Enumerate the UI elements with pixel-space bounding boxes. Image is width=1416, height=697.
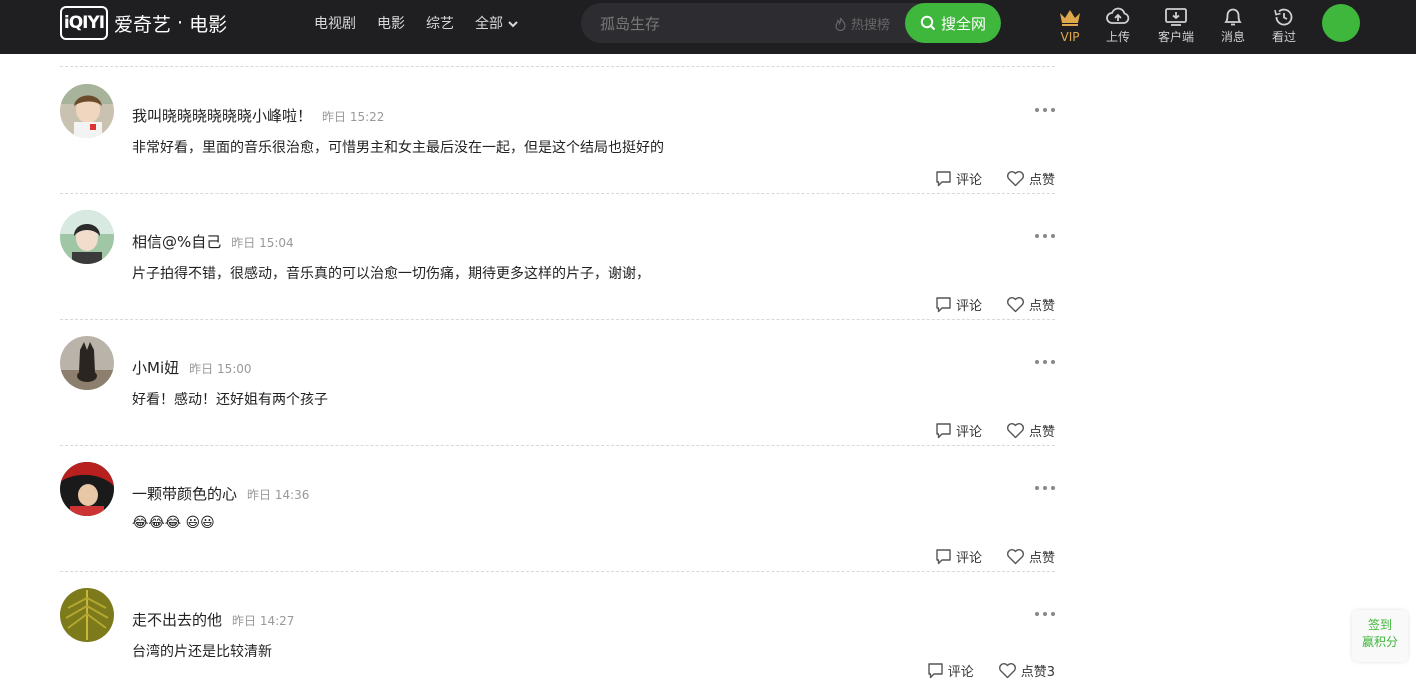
iqiyi-logo[interactable]: iQIYI 爱奇艺 · 电影 [60, 4, 227, 42]
avatar[interactable] [60, 588, 114, 642]
comment-time: 昨日 15:04 [231, 236, 294, 250]
top-navigation-bar: iQIYI 爱奇艺 · 电影 电视剧 电影 综艺 全部 热搜榜 搜全网 VIP [0, 0, 1416, 54]
nav-label: 全部 [475, 16, 503, 32]
comment-time: 昨日 14:27 [232, 614, 295, 628]
heart-icon [1007, 171, 1024, 187]
like-label: 点赞 [1028, 551, 1055, 566]
logo-section-label: 电影 [189, 13, 228, 36]
nav-item-movie[interactable]: 电影 [377, 14, 405, 34]
comment-item: 小Mi妞 昨日 15:00 好看！感动！还好姐有两个孩子 评论 点赞 [60, 319, 1055, 446]
reply-label: 评论 [955, 173, 982, 188]
comment-text: 台湾的片还是比较清新 [132, 644, 272, 660]
like-button[interactable]: 点赞 [1006, 295, 1055, 314]
reply-button[interactable]: 评论 [935, 421, 982, 440]
upload-icon [1106, 7, 1130, 24]
comment-item: 走不出去的他 昨日 14:27 台湾的片还是比较清新 评论 点赞3 [60, 571, 1055, 697]
like-button[interactable]: 点赞 [1006, 169, 1055, 188]
comment-text: 片子拍得不错，很感动，音乐真的可以治愈一切伤痛，期待更多这样的片子，谢谢， [132, 266, 650, 282]
hot-search-link[interactable]: 热搜榜 [834, 14, 890, 33]
flame-icon [835, 17, 846, 31]
like-button[interactable]: 点赞 [1006, 547, 1055, 566]
chevron-down-icon [508, 21, 518, 28]
comment-text: 好看！感动！还好姐有两个孩子 [132, 392, 328, 408]
comment-item: 我叫晓晓晓晓晓晓小峰啦！ 昨日 15:22 非常好看，里面的音乐很治愈，可惜男主… [60, 67, 1055, 194]
comment-time: 昨日 15:22 [322, 110, 385, 124]
upload-button[interactable]: 上传 [1088, 3, 1148, 44]
more-options-icon[interactable] [1035, 104, 1055, 116]
channel-nav: 电视剧 电影 综艺 全部 [314, 14, 540, 34]
search-button-label: 搜全网 [940, 14, 986, 33]
more-options-icon[interactable] [1035, 356, 1055, 368]
comment-time: 昨日 15:00 [189, 362, 252, 376]
heart-icon [1007, 423, 1024, 439]
avatar[interactable] [60, 336, 114, 390]
logo-separator: · [177, 12, 184, 34]
comment-time: 昨日 14:36 [247, 488, 310, 502]
upload-label: 上传 [1105, 30, 1130, 44]
nav-item-variety[interactable]: 综艺 [426, 14, 454, 34]
comment-bubble-icon [936, 171, 951, 187]
reply-label: 评论 [955, 425, 982, 440]
comment-username[interactable]: 一颗带颜色的心 [132, 483, 237, 504]
sign-in-label: 签到 [1367, 618, 1392, 632]
heart-icon [1007, 549, 1024, 565]
reply-button[interactable]: 评论 [935, 295, 982, 314]
nav-label: 电视剧 [314, 16, 356, 32]
history-label: 看过 [1271, 30, 1296, 44]
avatar[interactable] [60, 84, 114, 138]
reply-label: 评论 [955, 299, 982, 314]
reply-label: 评论 [955, 551, 982, 566]
nav-item-all[interactable]: 全部 [475, 14, 519, 34]
search-button[interactable]: 搜全网 [905, 3, 1001, 43]
more-options-icon[interactable] [1035, 608, 1055, 620]
search-input[interactable] [598, 3, 832, 43]
search-icon [920, 15, 936, 31]
history-icon [1274, 8, 1293, 26]
reply-button[interactable]: 评论 [935, 169, 982, 188]
download-client-icon [1165, 8, 1187, 26]
comment-bubble-icon [936, 423, 951, 439]
comment-username[interactable]: 相信@%自己 [132, 231, 221, 252]
crown-icon [1060, 10, 1080, 26]
more-options-icon[interactable] [1035, 230, 1055, 242]
like-label: 点赞 [1028, 173, 1055, 188]
more-options-icon[interactable] [1035, 482, 1055, 494]
comment-text: 😂😂😂 😃😃 [132, 515, 215, 531]
nav-item-tv[interactable]: 电视剧 [314, 14, 356, 34]
avatar[interactable] [60, 210, 114, 264]
comment-username[interactable]: 我叫晓晓晓晓晓晓小峰啦！ [132, 105, 312, 126]
like-button[interactable]: 点赞 [1006, 421, 1055, 440]
comment-bubble-icon [936, 549, 951, 565]
logo-mark: iQIYI [60, 6, 108, 40]
hot-search-label: 热搜榜 [851, 18, 891, 33]
comment-bubble-icon [936, 297, 951, 313]
earn-points-label: 赢积分 [1361, 635, 1398, 649]
comment-text: 非常好看，里面的音乐很治愈，可惜男主和女主最后没在一起，但是这个结局也挺好的 [132, 140, 664, 156]
reply-button[interactable]: 评论 [935, 547, 982, 566]
bell-icon [1224, 8, 1242, 26]
history-button[interactable]: 看过 [1254, 3, 1314, 44]
heart-icon [1007, 297, 1024, 313]
comment-item: 相信@%自己 昨日 15:04 片子拍得不错，很感动，音乐真的可以治愈一切伤痛，… [60, 193, 1055, 320]
logo-brand: 爱奇艺 [114, 13, 172, 36]
client-label: 客户端 [1157, 30, 1194, 44]
comment-item: 一颗带颜色的心 昨日 14:36 😂😂😂 😃😃 评论 点赞 [60, 445, 1055, 572]
comment-username[interactable]: 小Mi妞 [132, 357, 179, 378]
client-download-button[interactable]: 客户端 [1146, 3, 1206, 44]
nav-label: 综艺 [426, 16, 454, 32]
avatar[interactable] [60, 462, 114, 516]
like-label: 点赞 [1028, 425, 1055, 440]
user-avatar[interactable] [1322, 4, 1360, 42]
sign-in-widget[interactable]: 签到 赢积分 [1352, 610, 1408, 662]
nav-label: 电影 [377, 16, 405, 32]
like-label: 点赞 [1028, 299, 1055, 314]
comment-username[interactable]: 走不出去的他 [132, 609, 222, 630]
search-box: 热搜榜 搜全网 [581, 3, 1001, 43]
